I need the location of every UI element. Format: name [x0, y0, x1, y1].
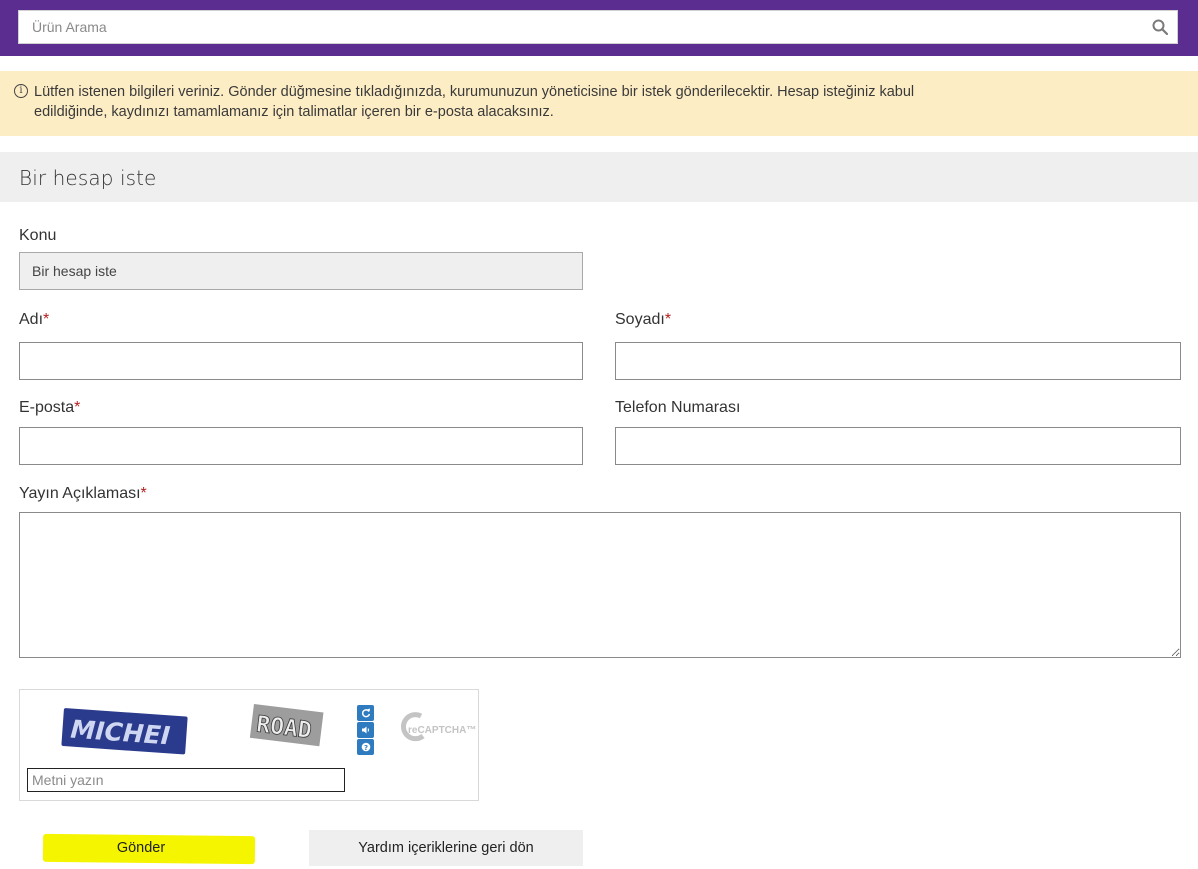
captcha-input[interactable] [27, 768, 345, 792]
recaptcha-logo: reCAPTCHA™ [398, 708, 478, 748]
required-mark: * [74, 399, 81, 416]
required-mark: * [664, 311, 672, 328]
search-icon[interactable] [1143, 11, 1177, 43]
search-input[interactable] [19, 11, 1143, 43]
recaptcha-logo-text: reCAPTCHA™ [408, 725, 476, 736]
captcha-controls: ? [357, 705, 374, 755]
submit-button[interactable]: Gönder [5, 830, 277, 866]
email-label: E-posta* [19, 399, 80, 417]
first-name-label-text: Adı [19, 311, 44, 328]
captcha-widget: MICHEI ROAD ? reCAPTCHA™ [19, 689, 479, 801]
captcha-image: MICHEI ROAD [28, 698, 342, 762]
back-to-help-button[interactable]: Yardım içeriklerine geri dön [309, 830, 583, 866]
info-icon: i [14, 84, 28, 98]
help-icon[interactable]: ? [357, 739, 374, 755]
phone-field[interactable] [615, 427, 1181, 465]
refresh-icon[interactable] [357, 705, 374, 721]
required-mark: * [43, 311, 50, 328]
page-title: Bir hesap iste [19, 166, 157, 190]
last-name-label: Soyadı* [615, 311, 671, 329]
description-label: Yayın Açıklaması* [19, 485, 147, 503]
last-name-label-text: Soyadı [615, 311, 665, 328]
first-name-label: Adı* [19, 311, 49, 329]
search-box [18, 10, 1178, 44]
section-header: Bir hesap iste [0, 152, 1198, 202]
alert-text-line-2: edildiğinde, kaydınızı tamamlamanız için… [34, 104, 554, 120]
description-label-text: Yayın Açıklaması [19, 485, 141, 502]
info-alert: i Lütfen istenen bilgileri veriniz. Gönd… [0, 71, 1198, 136]
first-name-field[interactable] [19, 342, 583, 380]
description-field[interactable] [19, 512, 1181, 658]
top-bar [0, 0, 1198, 56]
audio-icon[interactable] [357, 722, 374, 738]
email-label-text: E-posta [19, 399, 75, 416]
phone-label: Telefon Numarası [615, 399, 741, 416]
svg-text:?: ? [363, 744, 367, 752]
alert-text-line-1: Lütfen istenen bilgileri veriniz. Gönder… [34, 84, 915, 100]
subject-label: Konu [19, 227, 57, 244]
email-field[interactable] [19, 427, 583, 465]
required-mark: * [140, 485, 147, 502]
subject-field[interactable] [19, 252, 583, 290]
last-name-field[interactable] [615, 342, 1181, 380]
